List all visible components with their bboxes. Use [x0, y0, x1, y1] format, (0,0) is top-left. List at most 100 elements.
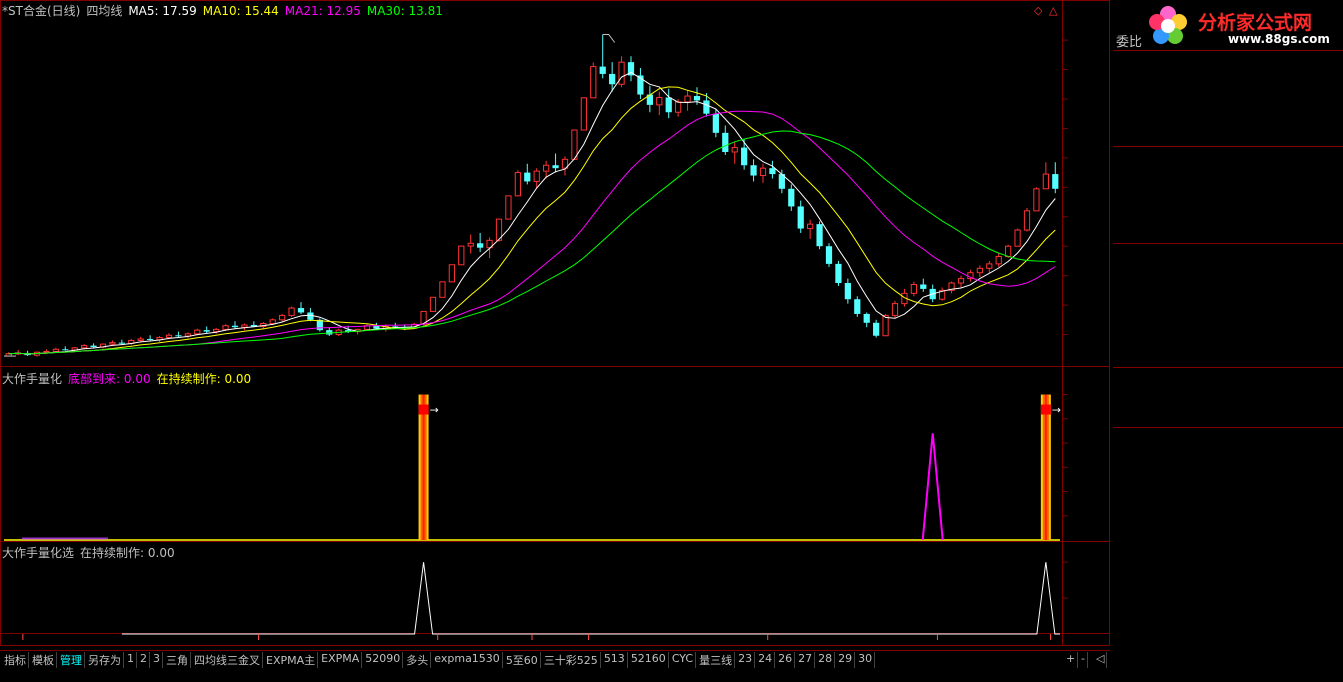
bottom-tab[interactable]: 模板 [30, 652, 57, 668]
candle-body [477, 243, 484, 248]
ma10-label: MA10: 15.44 [202, 4, 279, 18]
bottom-tab[interactable]: 四均线三金叉 [192, 652, 263, 668]
bottom-tab[interactable]: 28 [816, 652, 836, 668]
candle-body [750, 165, 757, 176]
divider [1113, 367, 1343, 368]
bottom-tab[interactable]: 30 [856, 652, 876, 668]
candle-body [52, 348, 59, 352]
buy-marker-block [418, 404, 429, 415]
ma21-label: MA21: 12.95 [284, 4, 361, 18]
stat-row [1113, 246, 1343, 264]
ma10-line [8, 86, 1056, 355]
tick-row [1113, 574, 1343, 592]
sell-level [1113, 109, 1343, 127]
candle-body [957, 278, 965, 284]
bottom-tab[interactable]: 24 [756, 652, 776, 668]
bottom-tab[interactable]: 另存为 [86, 652, 124, 668]
candle-body [467, 242, 474, 247]
bottom-tab[interactable]: 3 [151, 652, 163, 668]
committee-row: 委比 [1113, 31, 1343, 50]
divider [1113, 50, 1343, 51]
candle-body [307, 312, 314, 320]
zoom-control[interactable]: ◁ [1094, 652, 1108, 668]
candle-body [203, 330, 210, 332]
candle-body [741, 147, 748, 166]
candle-body [1042, 173, 1049, 190]
buy-level [1113, 224, 1343, 242]
candle-body [81, 345, 88, 349]
stat-row [1113, 370, 1343, 388]
bottom-tab[interactable]: 52090 [363, 652, 404, 668]
zoom-control[interactable]: + [1064, 652, 1079, 668]
candle-body [1052, 174, 1059, 189]
ma-lines [8, 71, 1056, 355]
buy-arrow-label: → [1052, 404, 1061, 417]
triangle-icon[interactable]: △ [1049, 4, 1057, 17]
bottom-tab[interactable]: expma1530 [432, 652, 503, 668]
candle-body [552, 165, 559, 169]
bottom-tab[interactable]: 管理 [58, 652, 85, 668]
candle-body [147, 338, 154, 340]
candle-body [769, 168, 776, 175]
bottom-tab[interactable]: 三角 [164, 652, 191, 668]
tick-row [1113, 430, 1343, 448]
buy-level [1113, 205, 1343, 223]
zoom-control[interactable]: - [1079, 652, 1088, 668]
indicator2-title: 大作手量化选 在持续制作: 0.00 [2, 544, 181, 561]
candle-body [703, 100, 710, 114]
bottom-tab[interactable]: 26 [776, 652, 796, 668]
bottom-tab[interactable]: 量三线 [697, 652, 736, 668]
bottom-tab[interactable]: 5至60 [504, 652, 541, 668]
bottom-tab[interactable]: 多头 [404, 652, 432, 668]
bottom-tab[interactable]: 29 [836, 652, 856, 668]
bottom-tab[interactable]: EXPMA主 [264, 652, 319, 668]
bottom-tab[interactable]: 指标 [2, 652, 29, 668]
tick-row [1113, 448, 1343, 466]
stat-row [1113, 322, 1343, 340]
bottom-tab[interactable]: 52160 [629, 652, 669, 668]
stat-row [1113, 303, 1343, 321]
candle-body [326, 330, 333, 335]
candle-body [241, 324, 248, 328]
candle-body [43, 350, 50, 353]
sell-level [1113, 90, 1343, 108]
candle-body [297, 308, 305, 313]
candle-body [910, 283, 917, 294]
signal-bar-core [422, 394, 425, 540]
date-axis [22, 634, 1052, 640]
stat-row [1113, 389, 1343, 407]
sell-level [1113, 128, 1343, 146]
candle-body [1023, 210, 1031, 231]
tick-row [1113, 556, 1343, 574]
tick-row [1113, 628, 1343, 646]
candle-body [118, 342, 125, 344]
bottom-tab[interactable]: 1 [125, 652, 137, 668]
markers [4, 33, 616, 357]
bottom-tab[interactable]: 27 [796, 652, 816, 668]
candle-body [665, 97, 672, 113]
candle-body [429, 296, 437, 312]
candle-body [675, 101, 682, 113]
bottom-tab[interactable]: EXPMA [319, 652, 363, 668]
diamond-icon[interactable]: ◇ [1034, 4, 1042, 17]
quote-panel: 委比 [1113, 0, 1343, 668]
candle-body [524, 172, 531, 182]
candle-body [807, 223, 814, 230]
candle-body [269, 319, 276, 325]
bottom-tab[interactable]: 513 [602, 652, 628, 668]
chart-area[interactable]: → → *ST合金(日线) 四均线 MA5: 17.59 MA10: 15.44 MA21… [0, 0, 1110, 646]
candle-body [62, 349, 69, 351]
candle-body [137, 338, 144, 341]
buy-level [1113, 148, 1343, 166]
candle-body [288, 307, 295, 316]
bottom-tab[interactable]: 三十彩525 [542, 652, 601, 668]
sell-level [1113, 71, 1343, 89]
bottom-tab[interactable]: 23 [736, 652, 756, 668]
candle-body [920, 284, 927, 289]
indicator2 [121, 562, 1060, 635]
bottom-tab[interactable]: 2 [138, 652, 150, 668]
bottom-toolbar[interactable]: 指标 模板 管理 另存为 1 2 3 三角 四均线三金叉 EXPMA主 EXPMA 52090 多头 ex… [0, 650, 1110, 669]
bottom-tab[interactable]: CYC [670, 652, 697, 668]
ma5-line [8, 71, 1056, 355]
candle-body [222, 325, 229, 330]
